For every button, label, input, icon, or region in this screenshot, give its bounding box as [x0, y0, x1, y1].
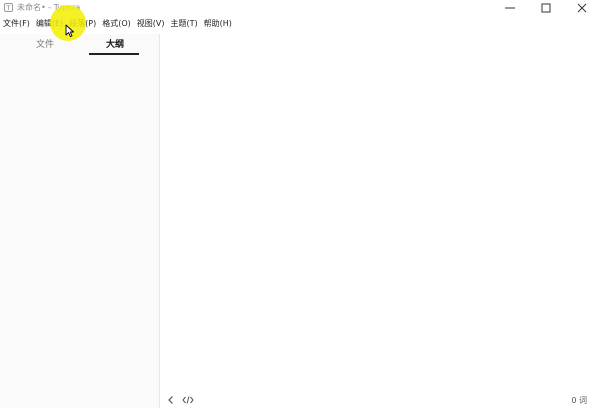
close-button[interactable] [564, 0, 600, 16]
word-count[interactable]: 0 词 [571, 395, 587, 406]
sidebar-tabs: 文件 大纲 [0, 34, 159, 56]
menu-help[interactable]: 帮助(H) [201, 17, 234, 31]
typora-app-icon: T [4, 3, 13, 12]
status-bar: 0 词 [160, 393, 600, 408]
minimize-icon [505, 7, 515, 9]
active-tab-indicator [89, 53, 139, 55]
menu-format[interactable]: 格式(O) [99, 17, 133, 31]
source-code-icon[interactable] [182, 395, 194, 405]
maximize-icon [541, 3, 551, 13]
chevron-left-icon[interactable] [166, 395, 176, 405]
close-icon [577, 3, 587, 13]
menu-theme[interactable]: 主题(T) [167, 17, 199, 31]
typora-window: T 未命名• - Typora 文件(F) 编辑(E) [0, 0, 600, 408]
menu-bar: 文件(F) 编辑(E) 段落(P) 格式(O) 视图(V) 主题(T) 帮助(H… [0, 17, 235, 31]
maximize-button[interactable] [528, 0, 564, 16]
tab-files[interactable]: 文件 [36, 39, 54, 51]
editor-area[interactable] [160, 34, 600, 390]
menu-file[interactable]: 文件(F) [0, 17, 32, 31]
title-bar[interactable]: T 未命名• - Typora [0, 0, 600, 16]
tab-outline[interactable]: 大纲 [106, 39, 124, 51]
window-controls [492, 0, 600, 16]
mouse-pointer-icon [65, 24, 75, 38]
menu-view[interactable]: 视图(V) [134, 17, 167, 31]
sidebar: 文件 大纲 [0, 34, 160, 408]
minimize-button[interactable] [492, 0, 528, 16]
